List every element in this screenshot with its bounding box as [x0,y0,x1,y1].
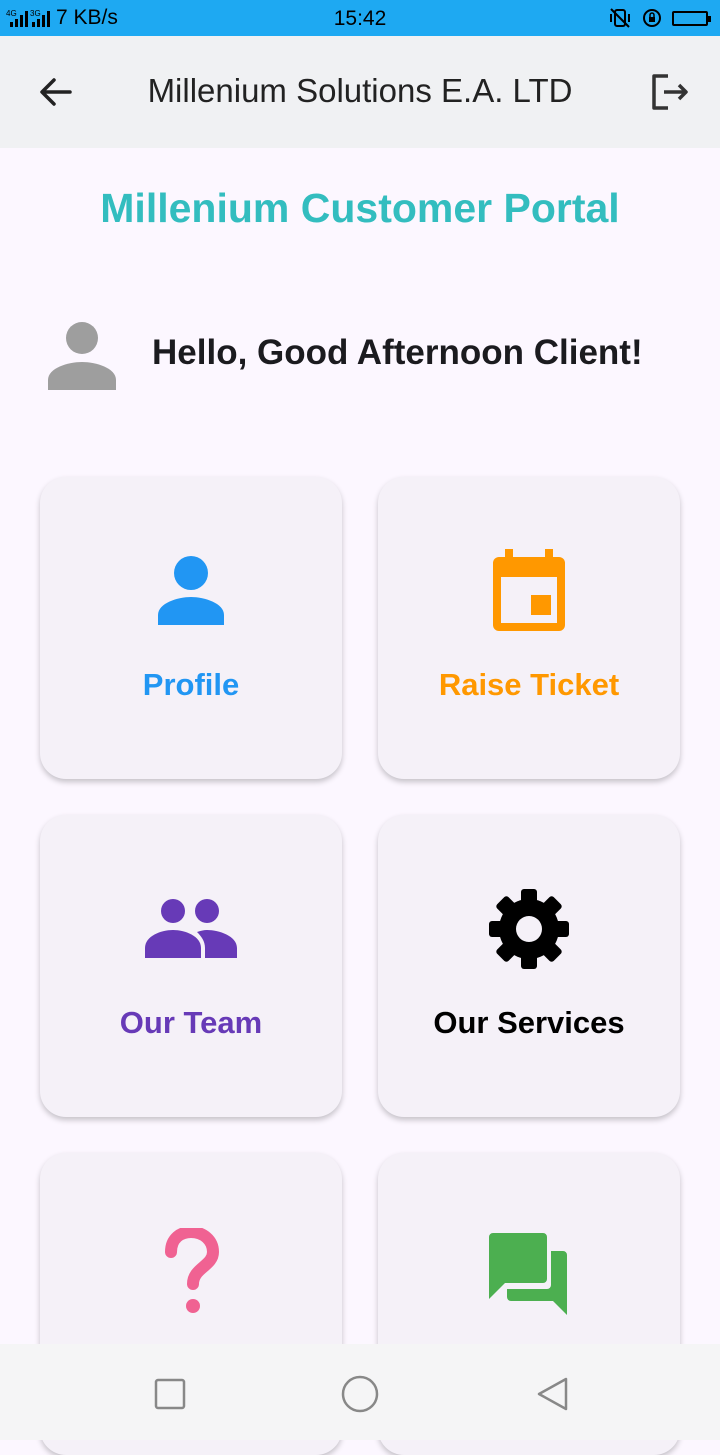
our-team-card[interactable]: Our Team [40,815,342,1117]
person-icon [158,556,224,625]
gear-icon [489,889,569,969]
back-nav-icon[interactable] [534,1376,570,1412]
recent-apps-icon[interactable] [152,1376,188,1412]
question-mark-icon [165,1228,219,1313]
card-label: Profile [142,667,240,702]
our-services-card[interactable]: Our Services [378,815,680,1117]
status-bar-right [608,0,711,36]
battery-icon [672,10,711,26]
greeting-text: Hello, Good Afternoon Client! [152,333,643,372]
account-avatar-icon [48,322,116,390]
card-label: Raise Ticket [438,667,620,702]
app-bar: Millenium Solutions E.A. LTD [0,36,720,148]
forum-icon [489,1233,567,1315]
portal-title: Millenium Customer Portal [100,185,620,231]
app-bar-title: Millenium Solutions E.A. LTD [147,72,573,109]
group-icon [145,899,237,958]
status-bar: 4G 3G 7 KB/s 15:42 [0,0,720,36]
raise-ticket-card[interactable]: Raise Ticket [378,477,680,779]
card-label: Our Services [433,1005,625,1040]
calendar-icon [493,549,565,631]
system-nav-bar [0,1344,720,1440]
vibrate-off-icon [610,8,630,28]
profile-card[interactable]: Profile [40,477,342,779]
card-label: Our Team [119,1005,263,1040]
rotation-lock-icon [643,9,661,27]
home-icon[interactable] [340,1374,380,1414]
logout-icon[interactable] [642,68,698,116]
